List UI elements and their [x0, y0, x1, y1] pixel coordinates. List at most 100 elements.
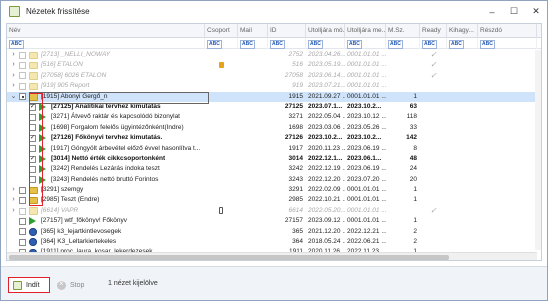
row-name: [2985] Teszt (Endre): [41, 196, 100, 204]
filter-abc-icon: ABC: [480, 40, 495, 49]
row-id: 27058: [284, 71, 303, 79]
maximize-button[interactable]: ☐: [503, 1, 525, 22]
expand-arrow-icon[interactable]: ›: [10, 50, 17, 60]
column-header-nev[interactable]: Név: [7, 24, 205, 38]
table-row[interactable]: › [516] ETALON 516 2023.05.19... 0001.01.01 …: [7, 60, 541, 70]
row-checkbox[interactable]: [19, 82, 26, 90]
row-checkbox[interactable]: [19, 62, 26, 70]
row-checkbox[interactable]: [29, 145, 36, 153]
row-checkbox[interactable]: [19, 228, 26, 236]
row-checkbox[interactable]: ✓: [29, 134, 36, 142]
filter-cell-mail[interactable]: ABC: [238, 38, 268, 49]
column-header-csoport[interactable]: Csoport: [205, 24, 238, 38]
row-checkbox[interactable]: [19, 207, 26, 215]
table-row[interactable]: [1698] Forgalom felelős ügyintézőnként(I…: [7, 123, 541, 133]
row-last-refreshed: 2023.06.19 ...: [347, 165, 386, 173]
table-row[interactable]: [3243] Rendelés nettó bruttó Forintos 324…: [7, 175, 541, 185]
views-grid: Név Csoport Mail ID Utolljára mó... Utolljára…: [6, 23, 542, 261]
table-row[interactable]: [3242] Rendelés Lezárás indoka teszt 3242…: [7, 164, 541, 174]
filter-cell-kihagy[interactable]: ABC: [447, 38, 478, 49]
column-header-msz[interactable]: M.Sz.: [386, 24, 420, 38]
row-last-refreshed: 0001.01.01 ...: [347, 51, 386, 58]
row-msz: 1: [413, 217, 417, 225]
minimize-button[interactable]: –: [481, 1, 503, 22]
ready-check-icon: ✓: [430, 70, 437, 80]
collapse-arrow-icon[interactable]: ⌄: [10, 92, 17, 102]
folder-icon: [29, 61, 38, 70]
filter-cell-msz[interactable]: ABC: [386, 38, 420, 49]
table-row[interactable]: ⌄ [1915] Abonyi Gergő_n 1915 2021.09.27 ...…: [7, 91, 541, 102]
table-row[interactable]: ✓ [3014] Nettó érték cikkcsoportonként 301…: [7, 154, 541, 164]
column-header-id[interactable]: ID: [268, 24, 306, 38]
row-checkbox[interactable]: [29, 124, 36, 132]
column-header-reszdo[interactable]: Részdó: [478, 24, 537, 38]
filter-cell-csoport[interactable]: ABC: [205, 38, 238, 49]
table-row[interactable]: › [2713] _NELLI_NOWAY 2752 2023.04.26... 000…: [7, 50, 541, 60]
row-last-modified: 2023.05.19...: [308, 61, 345, 69]
column-header-utolso2[interactable]: Utolljára me...: [345, 24, 386, 38]
filter-cell-reszdo[interactable]: ABC: [478, 38, 537, 49]
column-header-kihagy[interactable]: Kihagy...: [447, 24, 478, 38]
row-checkbox[interactable]: [19, 51, 26, 59]
row-checkbox[interactable]: [19, 197, 26, 205]
table-row[interactable]: › [27058] 6026 ETALON 27058 2023.06.14... 00…: [7, 70, 541, 81]
stop-button[interactable]: Stop: [55, 277, 93, 293]
table-row[interactable]: › [6614] VAPR 6614 2022.05.20... 0001.01.01 …: [7, 206, 541, 216]
filter-cell-utolso1[interactable]: ABC: [306, 38, 345, 49]
filter-cell-nev[interactable]: ABC: [7, 38, 205, 49]
table-row[interactable]: › [2985] Teszt (Endre) 2985 2022.10.21 ... 0…: [7, 195, 541, 205]
table-row[interactable]: ✓ [27125] Analitikai tervhez kimutatás 271…: [7, 102, 541, 112]
row-checkbox[interactable]: [19, 186, 26, 194]
expand-arrow-icon[interactable]: ›: [10, 60, 17, 70]
table-row[interactable]: [3271] Átvevő raktár és kapcsolódó bizon…: [7, 112, 541, 122]
row-msz: 142: [406, 134, 417, 142]
row-id: 3243: [288, 175, 303, 183]
row-msz: [388, 50, 420, 60]
table-row[interactable]: [364] K3_Leltarkiertekeles 364 2018.05.24 …: [7, 237, 541, 247]
expand-arrow-icon[interactable]: ›: [10, 185, 17, 195]
expand-arrow-icon[interactable]: ›: [10, 71, 17, 81]
row-checkbox[interactable]: [29, 176, 36, 184]
row-checkbox[interactable]: ✓: [29, 155, 36, 163]
row-last-refreshed: 2022.12.21 ...: [347, 227, 386, 235]
row-checkbox[interactable]: [19, 93, 26, 101]
expand-arrow-icon[interactable]: ›: [10, 195, 17, 205]
filter-cell-id[interactable]: ABC: [268, 38, 306, 49]
horizontal-scroll-thumb[interactable]: [9, 254, 449, 260]
table-row[interactable]: [1917] Göngyölt árbevétel előző évvel ha…: [7, 144, 541, 154]
row-checkbox[interactable]: [29, 114, 36, 122]
start-button[interactable]: Indít: [8, 277, 50, 293]
row-last-refreshed: 0001.01.01 ...: [347, 206, 386, 214]
row-id: 1917: [288, 144, 303, 152]
filter-cell-utolso2[interactable]: ABC: [345, 38, 386, 49]
row-id: 516: [292, 61, 303, 69]
row-id: 2752: [288, 51, 303, 58]
row-checkbox[interactable]: [19, 238, 26, 246]
row-last-modified: 2022.05.04 ...: [308, 113, 345, 121]
expand-arrow-icon[interactable]: ›: [10, 206, 17, 216]
row-checkbox[interactable]: [29, 165, 36, 173]
row-checkbox[interactable]: [19, 72, 26, 80]
stop-button-label: Stop: [70, 281, 85, 289]
column-header-ready[interactable]: Ready: [420, 24, 447, 38]
row-msz: [388, 81, 420, 91]
table-row[interactable]: [365] k3_lejartkintlevosegek 365 2021.12.2…: [7, 227, 541, 237]
report-play-icon: [39, 102, 46, 111]
row-msz: 2: [413, 227, 417, 235]
table-row[interactable]: › [3291] szemgy 3291 2022.02.09 ... 0001.01.…: [7, 185, 541, 195]
filter-cell-ready[interactable]: ABC: [420, 38, 447, 49]
row-checkbox[interactable]: ✓: [29, 103, 36, 111]
row-name: [516] ETALON: [41, 61, 83, 69]
expand-arrow-icon[interactable]: ›: [10, 81, 17, 91]
horizontal-scrollbar[interactable]: [7, 252, 537, 260]
table-row[interactable]: [27157] wtf_főkönyv! Főkönyv 27157 2023.09…: [7, 216, 541, 226]
table-row[interactable]: › [919] 905 Report 919 2023.07.21... 0001.01…: [7, 81, 541, 91]
vertical-scrollbar[interactable]: [535, 50, 541, 250]
column-header-mail[interactable]: Mail: [238, 24, 268, 38]
close-button[interactable]: ✕: [525, 1, 547, 22]
row-checkbox[interactable]: [19, 217, 26, 225]
table-row[interactable]: ✓ [27126] Főkönyvi tervhez kimutatás. 2712…: [7, 133, 541, 143]
row-last-refreshed: 0001.01.01 ...: [347, 196, 386, 204]
column-header-utolso1[interactable]: Utolljára mó...: [306, 24, 345, 38]
row-msz: [388, 60, 420, 70]
